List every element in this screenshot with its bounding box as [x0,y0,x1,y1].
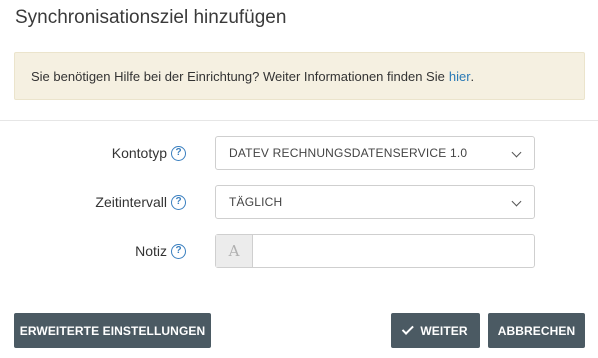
note-input[interactable] [253,235,534,267]
cancel-button[interactable]: ABBRECHEN [488,313,585,348]
interval-select[interactable]: TÄGLICH [215,185,535,219]
help-hint-text: Sie benötigen Hilfe bei der Einrichtung?… [31,68,445,84]
next-label: WEITER [420,323,468,338]
account-type-row: Kontotyp ? DATEV RECHNUNGSDATENSERVICE 1… [0,136,598,170]
interval-label: Zeitintervall [95,194,167,210]
advanced-settings-button[interactable]: ERWEITERTE EINSTELLUNGEN [14,313,211,348]
account-type-select[interactable]: DATEV RECHNUNGSDATENSERVICE 1.0 [215,136,535,170]
question-circle-icon[interactable]: ? [171,145,186,161]
font-icon: A [216,235,253,267]
chevron-down-icon [511,147,522,158]
note-label-group: Notiz ? [135,234,186,268]
advanced-settings-label: ERWEITERTE EINSTELLUNGEN [19,323,206,338]
interval-row: Zeitintervall ? TÄGLICH [0,185,598,219]
note-input-group: A [215,234,535,268]
account-type-label-group: Kontotyp ? [112,136,186,170]
note-label: Notiz [135,243,167,259]
divider [0,120,598,121]
dialog-title: Synchronisationsziel hinzufügen [15,7,287,28]
check-icon [402,322,415,335]
account-type-value: DATEV RECHNUNGSDATENSERVICE 1.0 [229,146,468,160]
cancel-label: ABBRECHEN [497,323,576,338]
help-hint-box: Sie benötigen Hilfe bei der Einrichtung?… [14,52,585,100]
note-row: Notiz ? A [0,234,598,268]
account-type-label: Kontotyp [111,145,167,161]
interval-label-group: Zeitintervall ? [95,185,186,219]
help-hint-suffix: . [470,68,475,84]
help-link[interactable]: hier [449,69,471,84]
chevron-down-icon [511,196,522,207]
interval-value: TÄGLICH [229,195,283,209]
question-circle-icon[interactable]: ? [171,194,186,210]
question-circle-icon[interactable]: ? [171,243,186,259]
next-button[interactable]: WEITER [391,313,480,348]
